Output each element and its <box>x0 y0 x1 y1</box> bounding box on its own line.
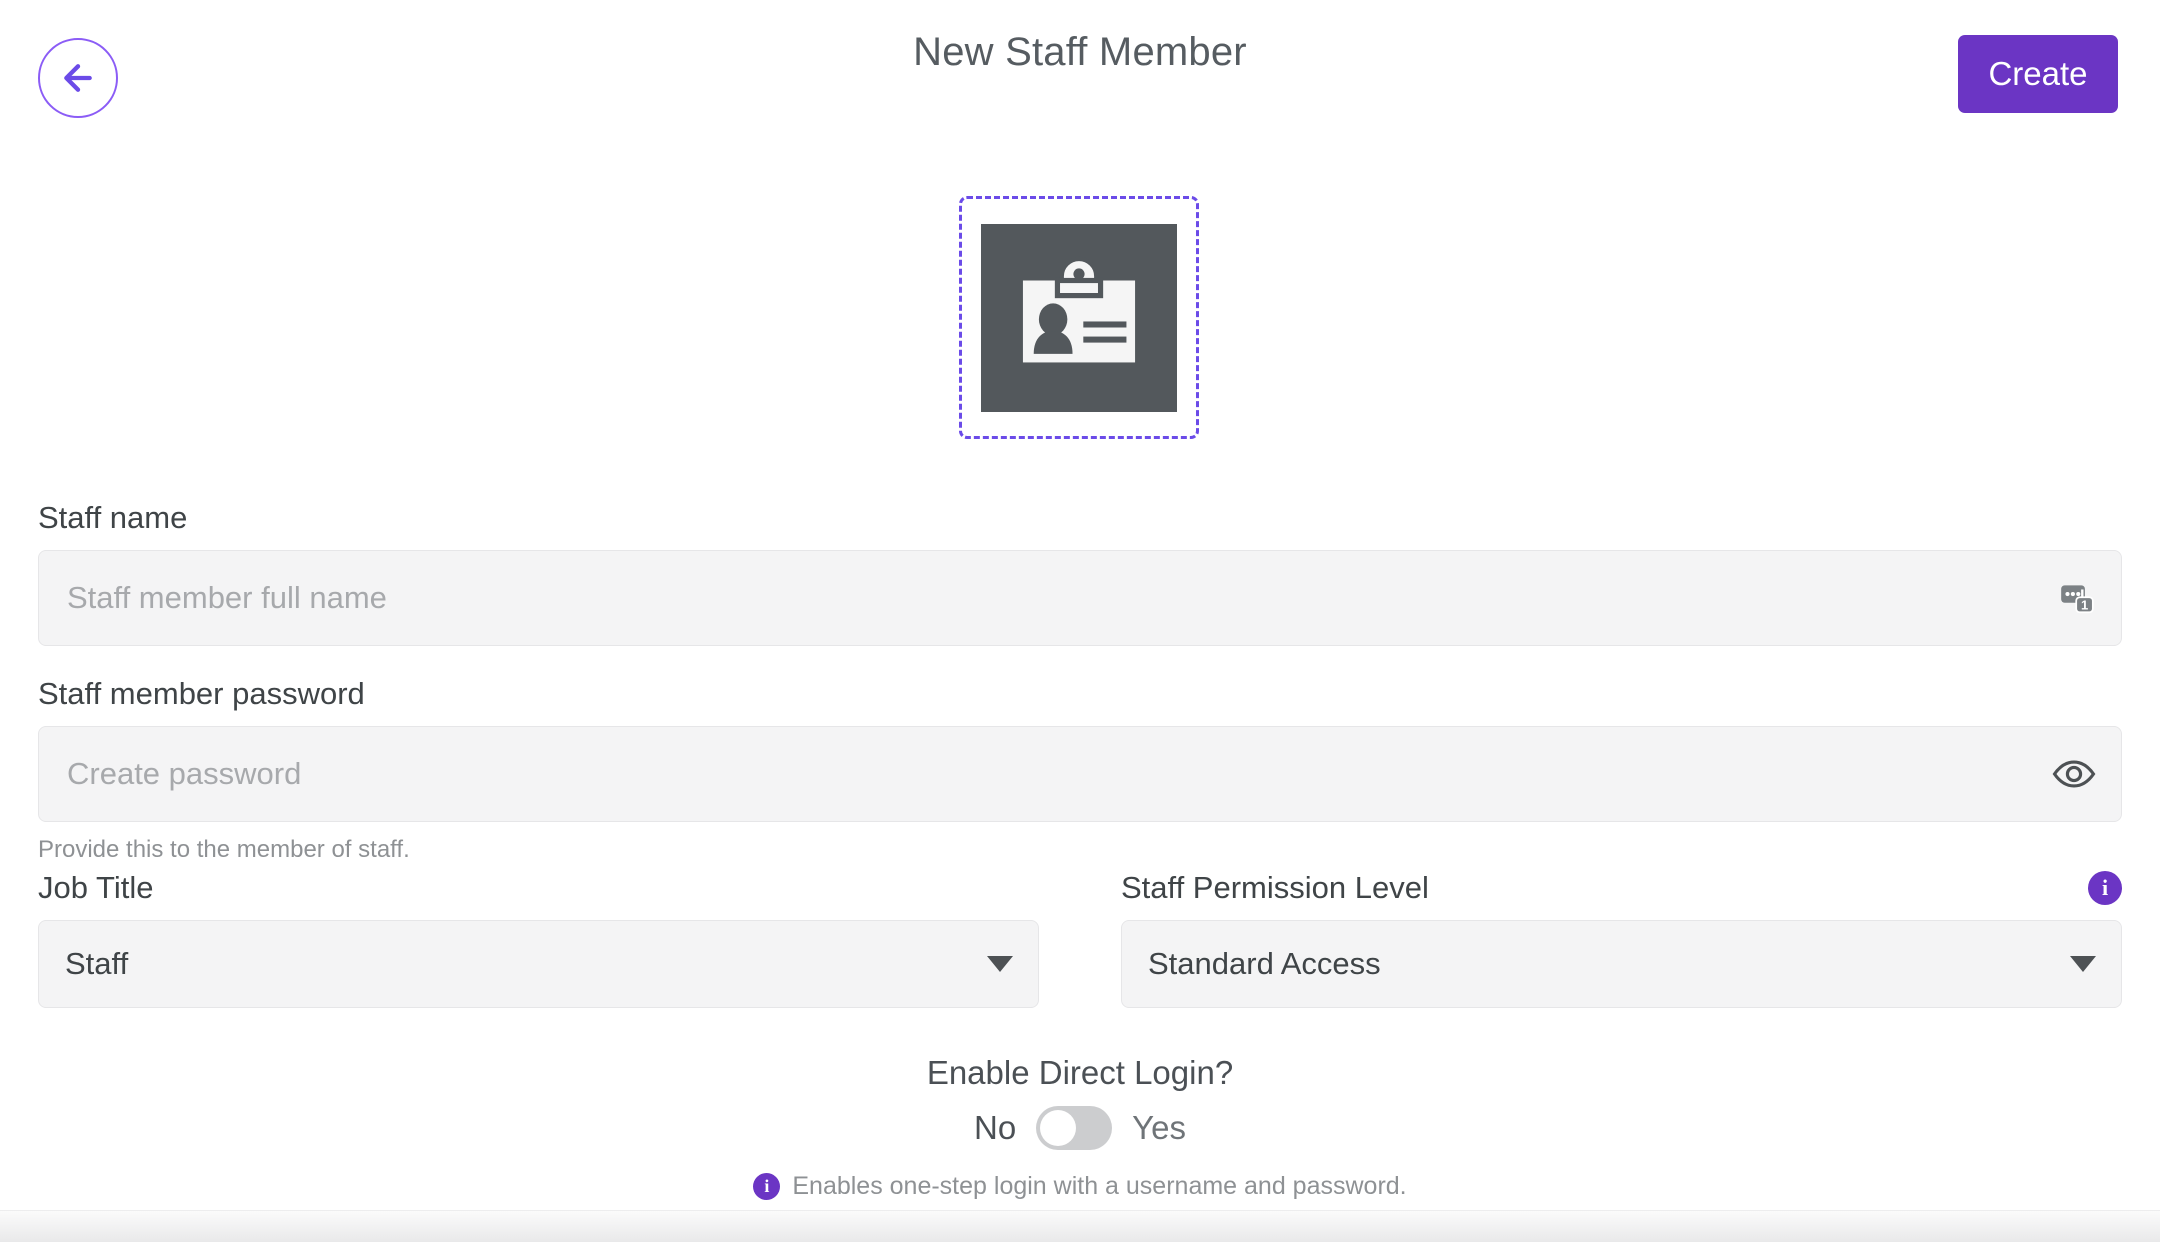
password-label: Staff member password <box>38 676 365 711</box>
toggle-label-yes: Yes <box>1132 1109 1187 1146</box>
avatar <box>981 223 1177 412</box>
job-title-value: Staff <box>65 946 129 981</box>
new-staff-member-screen: New Staff Member Create Staff name Staff… <box>0 0 2160 1242</box>
create-button[interactable]: Create <box>1958 35 2118 113</box>
staff-name-field-wrap: 1 <box>38 550 2122 646</box>
password-field-wrap <box>38 726 2122 822</box>
permission-level-select[interactable]: Standard Access <box>1121 920 2122 1008</box>
staff-form: Staff name 1 Staff member password <box>0 500 2160 1201</box>
toggle-label-no: No <box>973 1109 1017 1146</box>
direct-login-toggle-row: No Yes <box>0 1106 2160 1150</box>
password-input[interactable] <box>38 726 2122 822</box>
info-icon[interactable]: i <box>2088 871 2122 905</box>
page-header: New Staff Member Create <box>0 0 2160 148</box>
job-title-label-row: Job Title <box>38 870 1039 906</box>
job-title-select-wrap: Staff <box>38 920 1039 1008</box>
permission-level-value: Standard Access <box>1148 946 1381 981</box>
staff-name-label: Staff name <box>38 500 188 535</box>
info-icon[interactable]: i <box>753 1173 781 1200</box>
eye-icon[interactable] <box>2052 726 2096 822</box>
avatar-upload-dropzone[interactable] <box>959 196 1199 439</box>
bottom-section-divider <box>0 1210 2160 1242</box>
page-title: New Staff Member <box>913 30 1247 74</box>
direct-login-note: i Enables one-step login with a username… <box>0 1172 2160 1201</box>
toggle-knob <box>1040 1110 1077 1146</box>
direct-login-toggle[interactable] <box>1036 1106 1113 1150</box>
permission-level-label: Staff Permission Level <box>1121 870 1429 905</box>
password-hint: Provide this to the member of staff. <box>38 836 410 863</box>
staff-name-input[interactable] <box>38 550 2122 646</box>
job-permission-row: Job Title Staff Staff Permission Level i… <box>0 870 2160 1008</box>
permission-level-label-row: Staff Permission Level i <box>1121 870 2122 906</box>
direct-login-note-text: Enables one-step login with a username a… <box>792 1172 1407 1200</box>
text-input-counter-icon[interactable]: 1 <box>2058 550 2096 646</box>
permission-level-select-wrap: Standard Access <box>1121 920 2122 1008</box>
id-badge-icon <box>1010 249 1148 386</box>
job-title-label: Job Title <box>38 870 154 905</box>
job-title-column: Job Title Staff <box>38 870 1039 1008</box>
svg-text:1: 1 <box>2081 598 2088 613</box>
permission-level-column: Staff Permission Level i Standard Access <box>1121 870 2122 1008</box>
direct-login-section: Enable Direct Login? No Yes i Enables on… <box>0 1054 2160 1201</box>
direct-login-title: Enable Direct Login? <box>926 1054 1234 1091</box>
job-title-select[interactable]: Staff <box>38 920 1039 1008</box>
